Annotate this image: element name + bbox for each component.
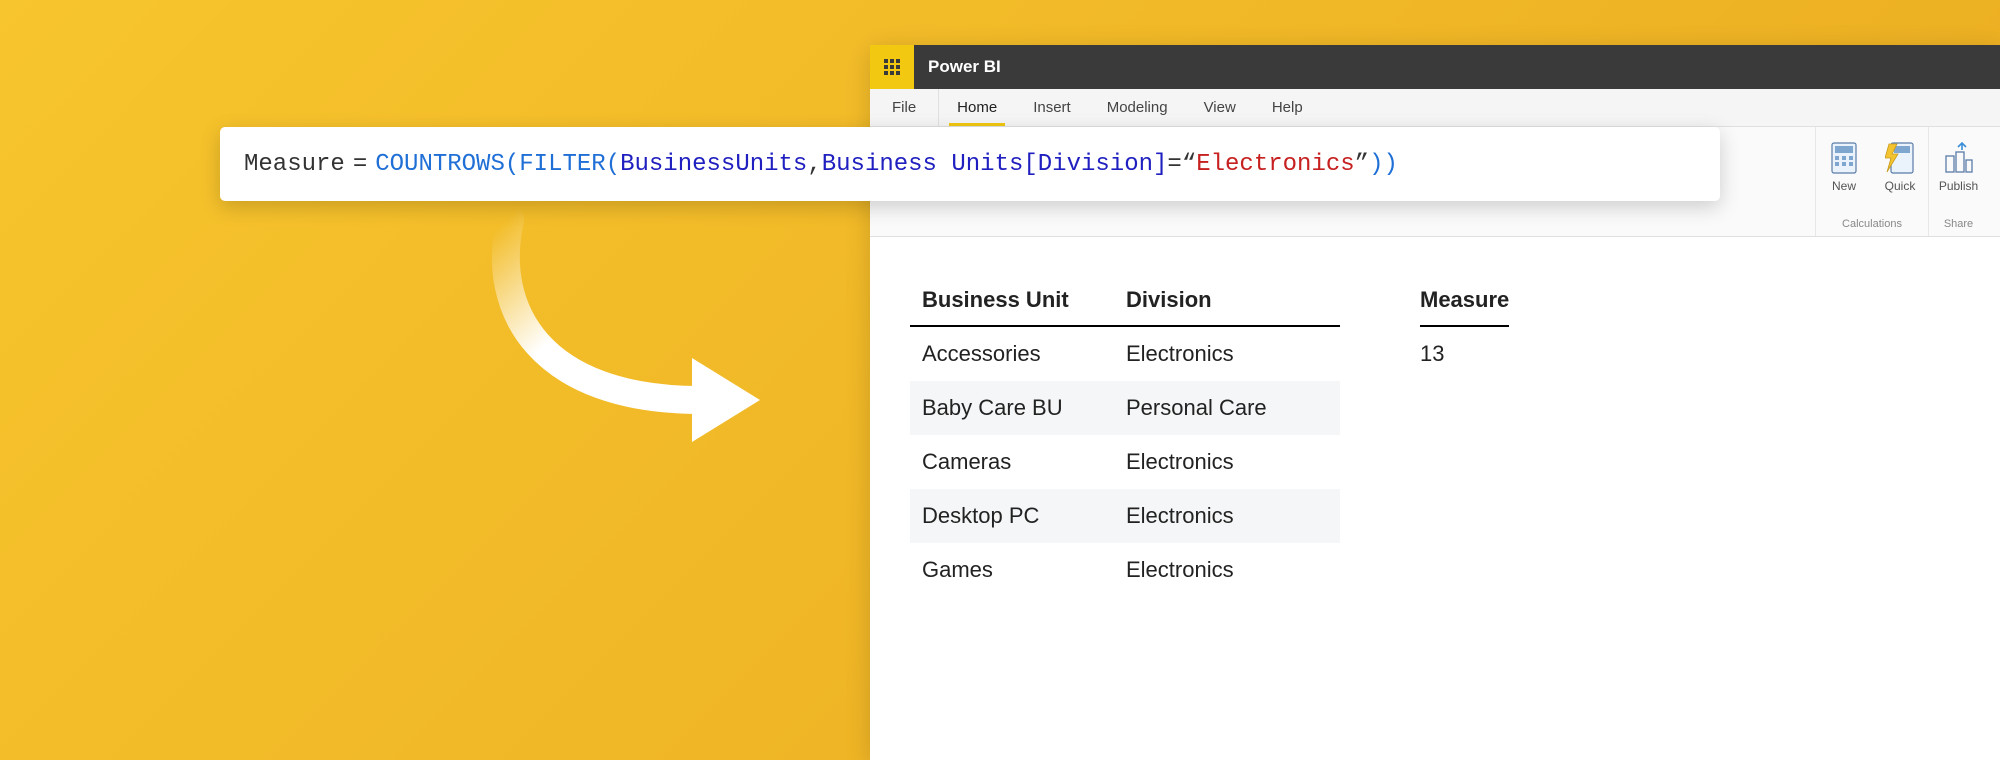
- formula-paren: ): [1383, 151, 1397, 178]
- ribbon-group-calculations: New Quick Calculations: [1815, 127, 1928, 236]
- formula-string-literal: Electronics: [1196, 151, 1354, 178]
- formula-quote: “: [1182, 151, 1196, 178]
- ribbon-group-share: Publish Share: [1928, 127, 1988, 236]
- ribbon-tabs: File Home Insert Modeling View Help: [870, 89, 2000, 127]
- publish-icon: [1944, 137, 1974, 179]
- table-row[interactable]: Baby Care BU Personal Care: [910, 381, 1340, 435]
- tab-file[interactable]: File: [870, 89, 939, 126]
- table-row[interactable]: Games Electronics: [910, 543, 1340, 597]
- ribbon-btn-label: Publish: [1939, 179, 1978, 193]
- ribbon-btn-label: Quick: [1885, 179, 1916, 193]
- cell-business-unit: Cameras: [910, 449, 1120, 475]
- table-row[interactable]: Accessories Electronics: [910, 327, 1340, 381]
- tab-insert[interactable]: Insert: [1015, 89, 1089, 126]
- title-bar: Power BI: [870, 45, 2000, 89]
- arrow-illustration: [410, 210, 770, 470]
- formula-bracket: ]: [1153, 151, 1167, 178]
- waffle-icon: [884, 59, 900, 75]
- tab-home[interactable]: Home: [939, 89, 1015, 126]
- formula-bar[interactable]: Measure = COUNTROWS(FILTER(BusinessUnits…: [220, 127, 1720, 201]
- formula-operator: =: [1167, 151, 1181, 178]
- formula-table-ref: BusinessUnits: [620, 151, 807, 178]
- report-canvas[interactable]: Business Unit Division Accessories Elect…: [870, 237, 2000, 597]
- formula-column-ref: Division: [1038, 151, 1153, 178]
- lightning-calculator-icon: [1885, 137, 1915, 179]
- publish-button[interactable]: Publish: [1933, 133, 1985, 197]
- tab-modeling[interactable]: Modeling: [1089, 89, 1186, 126]
- tab-help[interactable]: Help: [1254, 89, 1321, 126]
- cell-division: Electronics: [1120, 449, 1340, 475]
- card-visual-measure[interactable]: Measure 13: [1420, 277, 1509, 597]
- ribbon-group-label: Share: [1944, 216, 1973, 234]
- tab-view[interactable]: View: [1186, 89, 1254, 126]
- formula-paren: (: [505, 151, 519, 178]
- cell-business-unit: Accessories: [910, 341, 1120, 367]
- cell-division: Personal Care: [1120, 395, 1340, 421]
- table-row[interactable]: Desktop PC Electronics: [910, 489, 1340, 543]
- card-header: Measure: [1420, 277, 1509, 327]
- quick-measure-button[interactable]: Quick: [1874, 133, 1926, 197]
- cell-business-unit: Desktop PC: [910, 503, 1120, 529]
- ribbon-btn-label: New: [1832, 179, 1856, 193]
- formula-paren: (: [606, 151, 620, 178]
- app-launcher-button[interactable]: [870, 45, 914, 89]
- table-row[interactable]: Cameras Electronics: [910, 435, 1340, 489]
- calculator-icon: [1831, 137, 1857, 179]
- formula-equals: =: [353, 151, 367, 178]
- cell-business-unit: Baby Care BU: [910, 395, 1120, 421]
- formula-table-ref: Business Units: [822, 151, 1024, 178]
- app-title: Power BI: [928, 57, 1001, 77]
- formula-lhs: Measure: [244, 151, 345, 178]
- table-header: Business Unit Division: [910, 277, 1340, 327]
- cell-division: Electronics: [1120, 557, 1340, 583]
- table-visual[interactable]: Business Unit Division Accessories Elect…: [910, 277, 1340, 597]
- ribbon-group-label: Calculations: [1842, 216, 1902, 234]
- col-header-business-unit[interactable]: Business Unit: [910, 287, 1120, 313]
- cell-division: Electronics: [1120, 503, 1340, 529]
- cell-division: Electronics: [1120, 341, 1340, 367]
- card-value: 13: [1420, 327, 1509, 381]
- formula-comma: ,: [807, 151, 821, 178]
- new-measure-button[interactable]: New: [1818, 133, 1870, 197]
- formula-quote: ”: [1355, 151, 1369, 178]
- cell-business-unit: Games: [910, 557, 1120, 583]
- col-header-division[interactable]: Division: [1120, 287, 1340, 313]
- formula-paren: ): [1369, 151, 1383, 178]
- formula-function: COUNTROWS: [375, 151, 505, 178]
- formula-bracket: [: [1023, 151, 1037, 178]
- formula-function: FILTER: [519, 151, 605, 178]
